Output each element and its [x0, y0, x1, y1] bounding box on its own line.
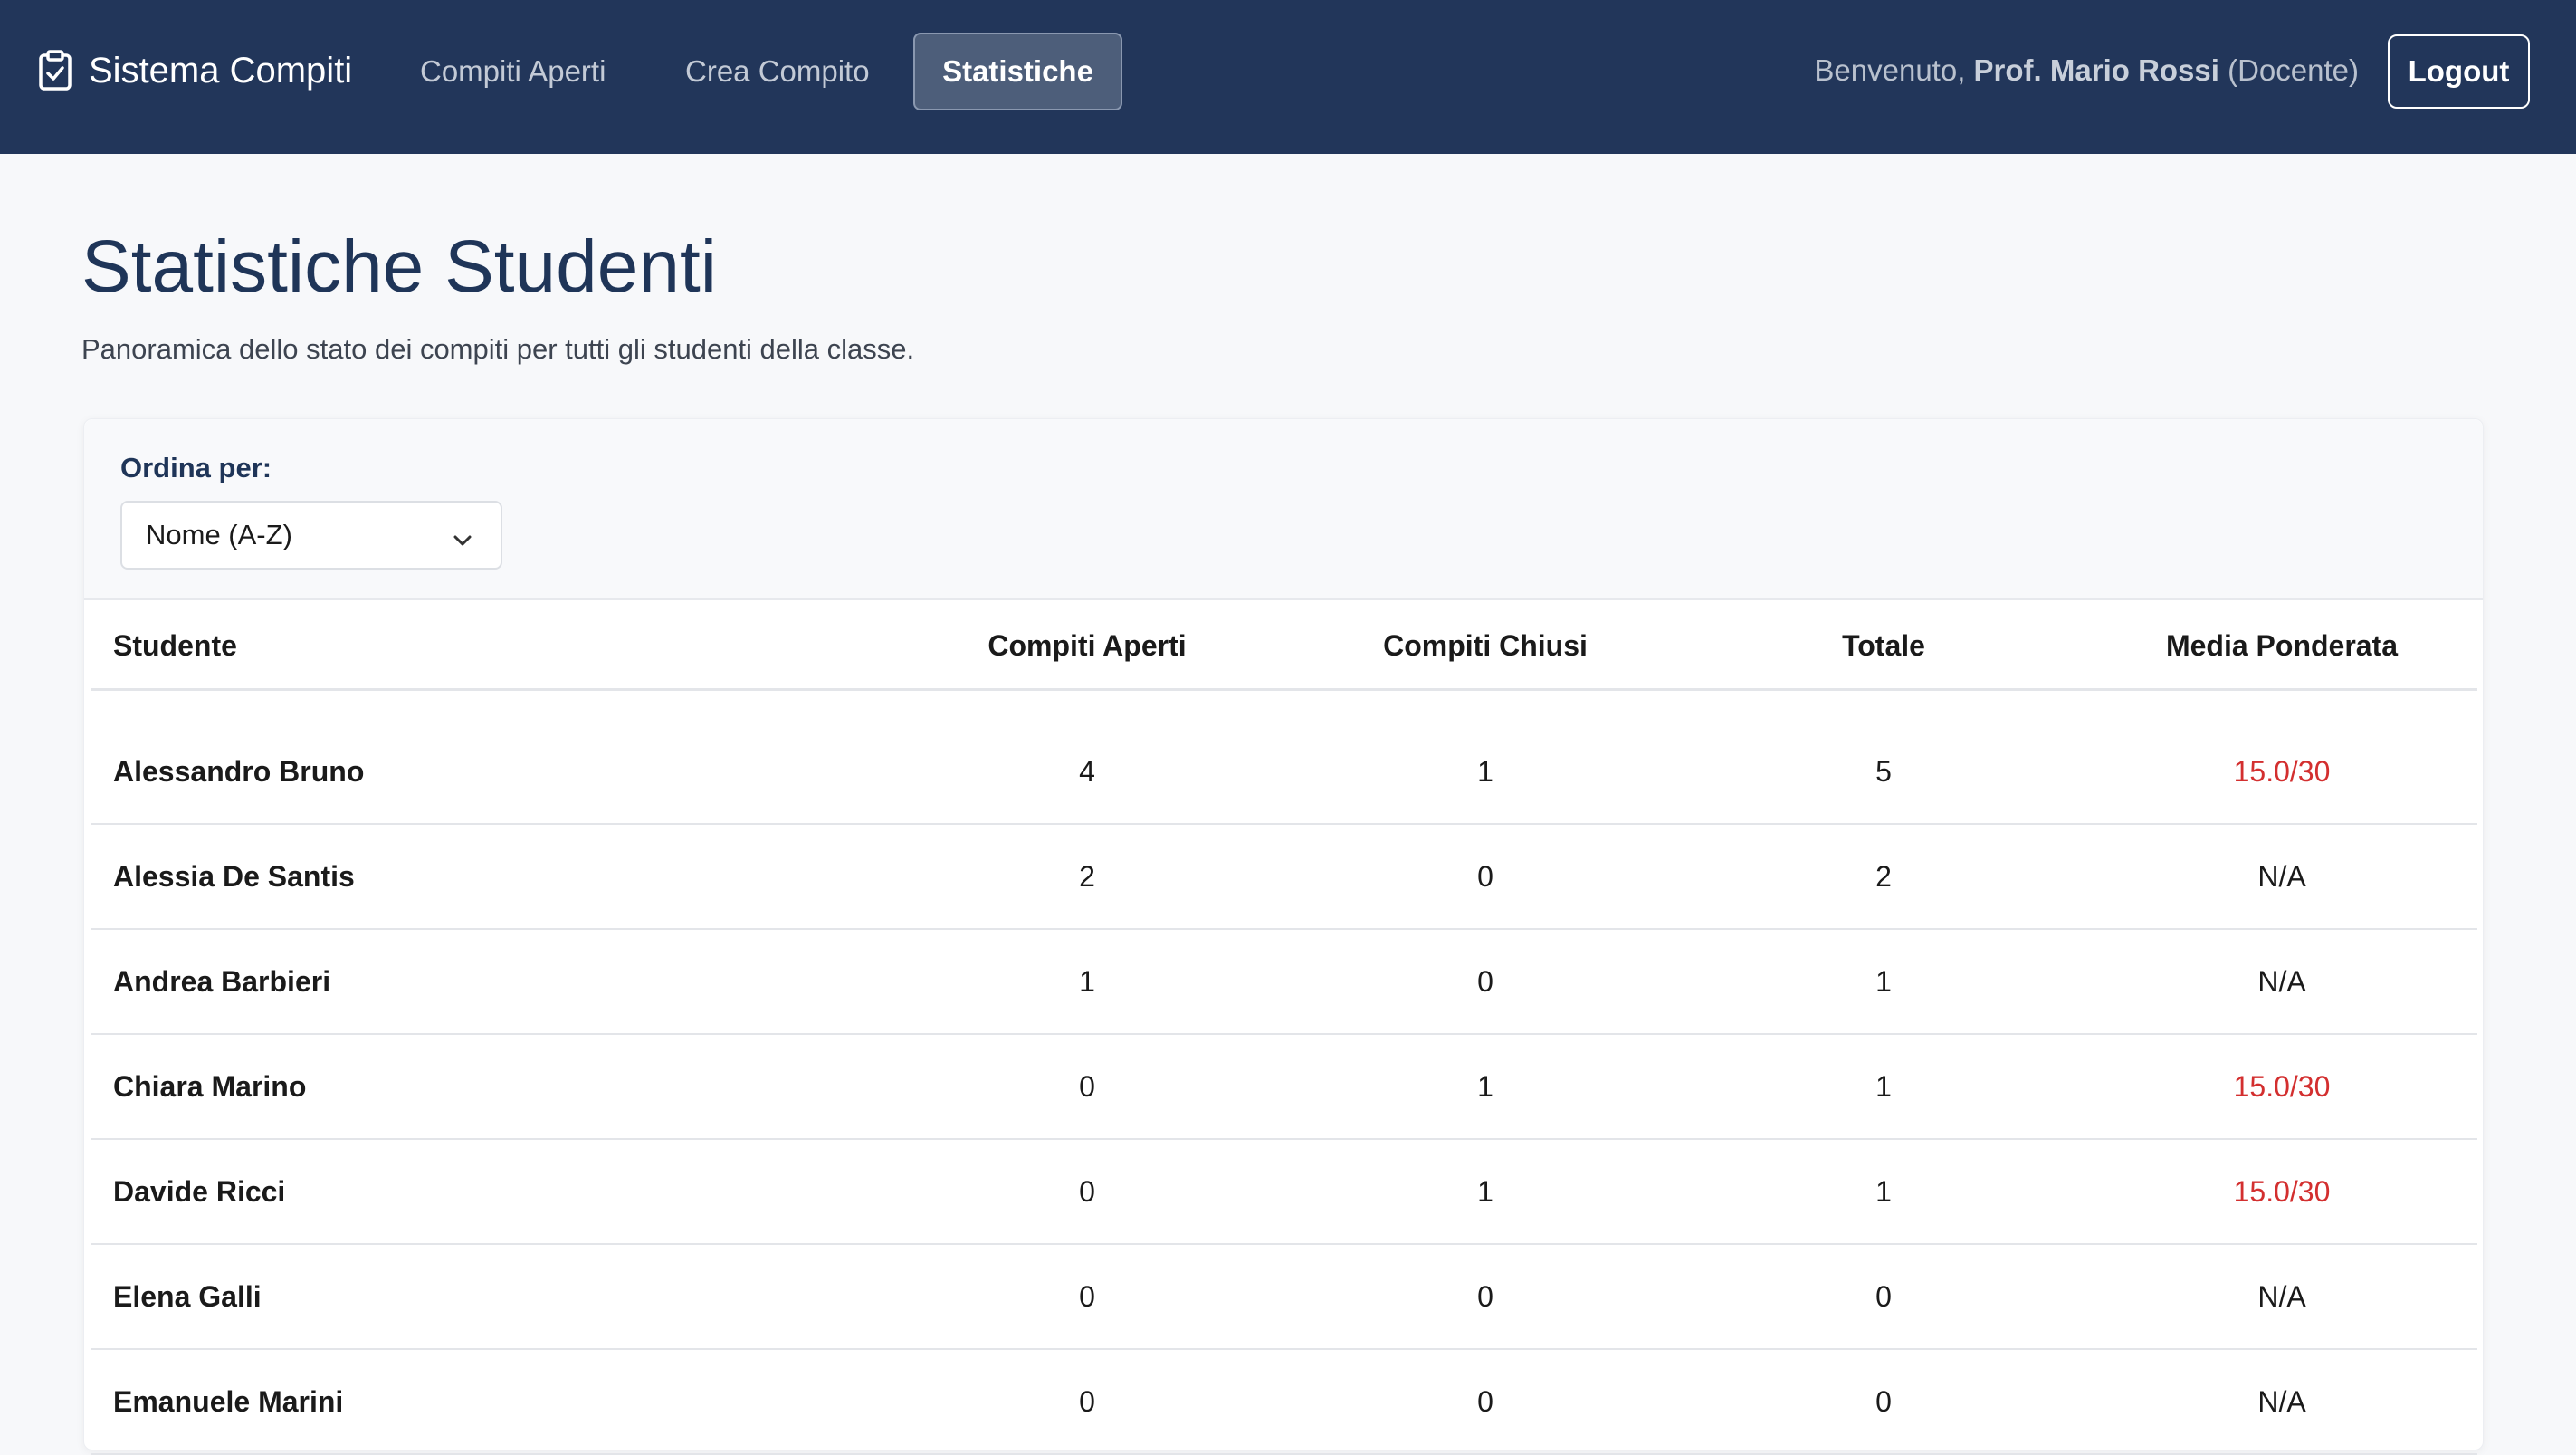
nav-link-crea-compito[interactable]: Crea Compito — [654, 33, 901, 110]
nav-link-compiti-aperti[interactable]: Compiti Aperti — [389, 33, 636, 110]
header-media-ponderata[interactable]: Media Ponderata — [2083, 600, 2481, 691]
header-studente[interactable]: Studente — [113, 600, 837, 691]
header-compiti-chiusi[interactable]: Compiti Chiusi — [1286, 600, 1684, 691]
open-count: 1 — [1079, 964, 1095, 998]
table-row[interactable]: Davide Ricci 0 1 1 15.0/30 — [91, 1140, 2477, 1245]
open-count: 4 — [1079, 754, 1095, 788]
open-count: 0 — [1079, 1174, 1095, 1208]
closed-count: 0 — [1477, 1279, 1493, 1313]
closed-count: 0 — [1477, 859, 1493, 893]
stats-card: Ordina per: Nome (A-Z) Studente Compiti … — [83, 418, 2484, 1455]
weighted-average: N/A — [2257, 1384, 2306, 1418]
table-row[interactable]: Andrea Barbieri 1 0 1 N/A — [91, 930, 2477, 1035]
sort-select[interactable]: Nome (A-Z) — [120, 501, 502, 570]
total-count: 2 — [1875, 859, 1892, 893]
table-row[interactable]: Alessia De Santis 2 0 2 N/A — [91, 825, 2477, 930]
closed-count: 1 — [1477, 1174, 1493, 1208]
table-row[interactable]: Alessandro Bruno 4 1 5 15.0/30 — [91, 691, 2477, 825]
welcome-message: Benvenuto, Prof. Mario Rossi (Docente) — [1814, 0, 2359, 141]
table-body: Alessandro Bruno 4 1 5 15.0/30 Alessia De San… — [91, 691, 2477, 1455]
brand[interactable]: Sistema Compiti — [38, 0, 352, 141]
clipboard-check-icon — [38, 50, 72, 91]
weighted-average: N/A — [2257, 964, 2306, 998]
open-count: 0 — [1079, 1069, 1095, 1103]
filter-bar: Ordina per: Nome (A-Z) — [84, 419, 2483, 600]
navbar: Sistema Compiti Compiti Aperti Crea Comp… — [0, 0, 2576, 154]
sort-select-value: Nome (A-Z) — [146, 519, 292, 550]
weighted-average: 15.0/30 — [2233, 1174, 2331, 1208]
total-count: 1 — [1875, 964, 1892, 998]
student-name: Andrea Barbieri — [113, 964, 331, 998]
total-count: 5 — [1875, 754, 1892, 788]
closed-count: 1 — [1477, 754, 1493, 788]
student-name: Chiara Marino — [113, 1069, 307, 1103]
total-count: 0 — [1875, 1384, 1892, 1418]
closed-count: 1 — [1477, 1069, 1493, 1103]
weighted-average: 15.0/30 — [2233, 1069, 2331, 1103]
user-role: (Docente) — [2218, 53, 2359, 87]
total-count: 1 — [1875, 1069, 1892, 1103]
student-name: Emanuele Marini — [113, 1384, 344, 1418]
nav-link-statistiche[interactable]: Statistiche — [913, 33, 1122, 110]
open-count: 2 — [1079, 859, 1095, 893]
student-name: Alessandro Bruno — [113, 754, 365, 788]
user-name: Prof. Mario Rossi — [1973, 53, 2219, 87]
table-header: Studente Compiti Aperti Compiti Chiusi T… — [91, 600, 2477, 691]
student-name: Elena Galli — [113, 1279, 262, 1313]
page-subtitle: Panoramica dello stato dei compiti per t… — [81, 333, 915, 365]
weighted-average: 15.0/30 — [2233, 754, 2331, 788]
header-compiti-aperti[interactable]: Compiti Aperti — [888, 600, 1286, 691]
student-name: Davide Ricci — [113, 1174, 286, 1208]
table-row[interactable]: Chiara Marino 0 1 1 15.0/30 — [91, 1035, 2477, 1140]
weighted-average: N/A — [2257, 1279, 2306, 1313]
header-totale[interactable]: Totale — [1684, 600, 2083, 691]
logout-button[interactable]: Logout — [2388, 34, 2530, 109]
open-count: 0 — [1079, 1279, 1095, 1313]
sort-label: Ordina per: — [120, 452, 272, 483]
table-row[interactable]: Emanuele Marini 0 0 0 N/A — [91, 1350, 2477, 1455]
closed-count: 0 — [1477, 1384, 1493, 1418]
table-row[interactable]: Elena Galli 0 0 0 N/A — [91, 1245, 2477, 1350]
weighted-average: N/A — [2257, 859, 2306, 893]
welcome-prefix: Benvenuto, — [1814, 53, 1974, 87]
students-table: Studente Compiti Aperti Compiti Chiusi T… — [91, 600, 2477, 1455]
open-count: 0 — [1079, 1384, 1095, 1418]
total-count: 1 — [1875, 1174, 1892, 1208]
student-name: Alessia De Santis — [113, 859, 355, 893]
closed-count: 0 — [1477, 964, 1493, 998]
total-count: 0 — [1875, 1279, 1892, 1313]
page-title: Statistiche Studenti — [81, 225, 717, 308]
chevron-down-icon — [452, 526, 473, 559]
brand-title: Sistema Compiti — [89, 50, 353, 91]
